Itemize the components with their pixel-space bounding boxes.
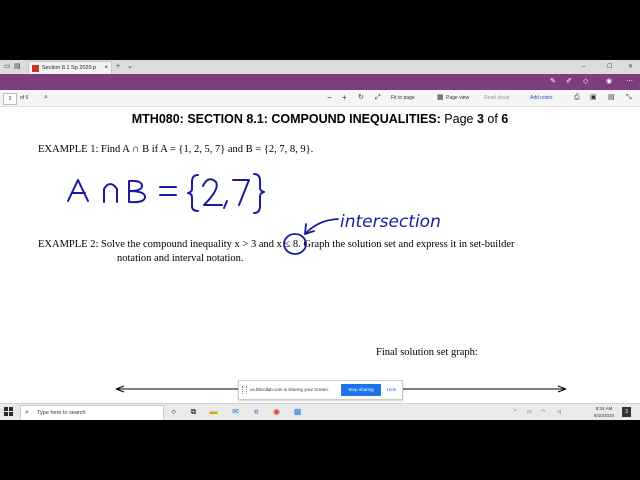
fit-to-page-label: Fit to page: [391, 95, 415, 101]
tray-expand-icon[interactable]: ⌃: [513, 404, 517, 420]
screen: ▭ ▤ Section 8.1 Sp 2020.p × + ⌄ – ☐ ✕ ✎ …: [0, 60, 640, 420]
edge-icon[interactable]: e: [251, 406, 262, 417]
battery-icon[interactable]: ▭: [527, 404, 532, 420]
taskbar-search-input[interactable]: ⌕ Type here to search: [20, 405, 164, 420]
pdf-page: MTH080: SECTION 8.1: COMPOUND INEQUALITI…: [0, 107, 640, 403]
save-as-icon[interactable]: ▤: [608, 90, 615, 106]
task-view-icon[interactable]: ⧉: [188, 406, 199, 417]
ink-digit-2: [202, 178, 223, 206]
read-aloud-label: Read aloud: [484, 95, 510, 101]
windows-start-icon[interactable]: [4, 407, 14, 417]
ink-intersection-note: intersection: [340, 212, 441, 232]
calculator-icon[interactable]: ▦: [292, 406, 303, 417]
browser-tab-bar: ▭ ▤ Section 8.1 Sp 2020.p × + ⌄ – ☐ ✕: [0, 60, 640, 75]
taskbar-clock[interactable]: 8:34 AM 6/10/2020: [588, 405, 620, 419]
fit-to-page-button[interactable]: Fit to page: [391, 90, 415, 106]
add-notes-label: Add notes: [530, 95, 553, 101]
save-icon[interactable]: ▣: [590, 90, 597, 106]
tab-actions-icon[interactable]: ▭: [4, 60, 11, 74]
clock-time: 8:34 AM: [595, 406, 613, 411]
ink-letter-a: [67, 179, 89, 202]
handwritten-ink-layer: intersection: [67, 173, 567, 393]
taskbar: ⌕ Type here to search ○ ⧉ ▬ ✉ e ◉ ▦ ⌃ ▭ …: [0, 403, 640, 420]
pdf-favicon-icon: [32, 65, 39, 72]
page-total: of 6: [20, 95, 29, 101]
clock-date: 6/10/2020: [593, 413, 615, 418]
minimize-button[interactable]: –: [582, 60, 585, 74]
expand-icon[interactable]: ⤡: [626, 90, 632, 106]
rotate-icon[interactable]: ↻: [358, 90, 364, 106]
screen-share-bar: us.bbcollab.com is sharing your screen. …: [238, 380, 403, 400]
volume-icon[interactable]: ◁: [557, 404, 561, 420]
ink-digit-7: [232, 179, 250, 206]
page-view-button[interactable]: Page view: [446, 90, 469, 106]
draw-icon[interactable]: ✐: [566, 74, 572, 90]
tab-menu-icon[interactable]: ⌄: [127, 60, 133, 74]
page-number-input[interactable]: 3: [3, 93, 17, 105]
pdf-toolbar: 3 of 6 ⌕ − + ↻ ⤢ Fit to page ▦ Page view…: [0, 90, 640, 107]
notification-center-button[interactable]: 3: [622, 407, 631, 417]
read-aloud-button[interactable]: Read aloud: [484, 90, 510, 106]
ink-circle-and: [283, 233, 307, 255]
page-view-icon: ▦: [437, 94, 444, 101]
stop-sharing-button[interactable]: Stop sharing: [341, 384, 381, 396]
cortana-icon[interactable]: ○: [168, 406, 179, 417]
maximize-button[interactable]: ☐: [607, 60, 612, 74]
ink-right-brace: [253, 173, 265, 214]
close-window-button[interactable]: ✕: [628, 60, 633, 74]
print-icon[interactable]: ⎙: [574, 90, 580, 106]
ink-left-brace: [187, 174, 199, 212]
ink-icon[interactable]: ◉: [606, 74, 612, 90]
ink-letter-b: [128, 179, 146, 204]
search-icon: ⌕: [25, 409, 29, 416]
zoom-out-button[interactable]: −: [327, 90, 332, 106]
erase-icon[interactable]: ◇: [583, 74, 588, 90]
browser-tab[interactable]: Section 8.1 Sp 2020.p ×: [28, 61, 112, 75]
ink-intersection-symbol: [103, 183, 118, 203]
hide-button[interactable]: Hide: [387, 381, 396, 399]
network-icon[interactable]: ◠: [541, 404, 545, 420]
chrome-icon[interactable]: ◉: [271, 406, 282, 417]
pdf-header-bar: ✎ ✐ ◇ ◉ ⋯: [0, 74, 640, 90]
zoom-in-button[interactable]: +: [342, 90, 347, 106]
page-view-label: Page view: [446, 95, 470, 101]
fit-icon: ⤢: [375, 94, 381, 101]
share-message: us.bbcollab.com is sharing your screen.: [250, 387, 330, 392]
mail-icon[interactable]: ✉: [230, 406, 241, 417]
new-tab-button[interactable]: +: [116, 60, 120, 74]
drag-handle[interactable]: [242, 386, 247, 394]
ink-comma: [223, 200, 228, 209]
tab-list-icon[interactable]: ▤: [14, 60, 21, 74]
more-icon[interactable]: ⋯: [626, 74, 633, 90]
search-placeholder: Type here to search: [37, 410, 86, 416]
search-icon[interactable]: ⌕: [44, 90, 48, 106]
highlight-icon[interactable]: ✎: [550, 74, 556, 90]
ink-equals-sign: [159, 186, 177, 196]
add-notes-button[interactable]: Add notes: [530, 90, 553, 106]
file-explorer-icon[interactable]: ▬: [208, 406, 219, 417]
